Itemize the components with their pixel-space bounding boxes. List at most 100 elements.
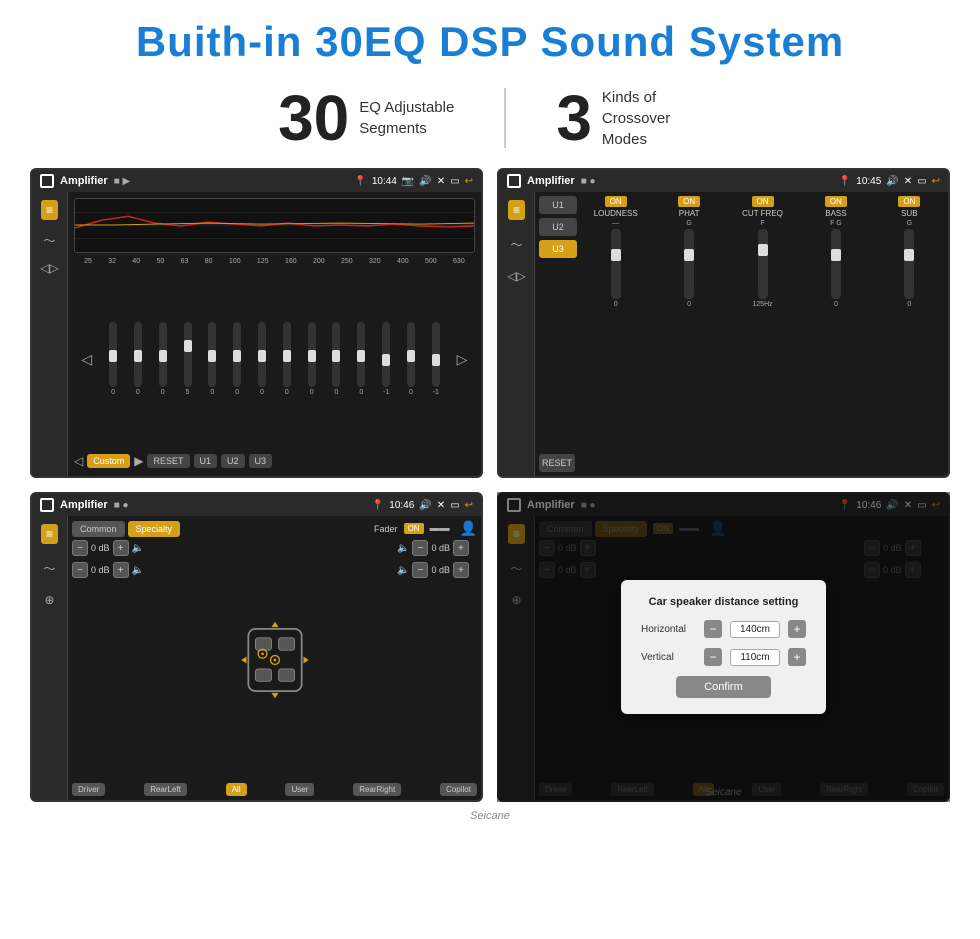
screen-crossover-wrapper: Amplifier ■ ● 📍 10:45 🔊 ✕ ▭ ↩ ≡ 〜 ◁▷ — [497, 168, 950, 478]
screens-grid: Amplifier ■ ▶ 📍 10:44 📷 🔊 ✕ ▭ ↩ ≡ 〜 — [0, 168, 980, 802]
slider-track-8[interactable] — [308, 322, 316, 387]
slider-track-6[interactable] — [258, 322, 266, 387]
slider-thumb-9[interactable] — [332, 350, 340, 362]
slider-track-10[interactable] — [357, 322, 365, 387]
u2-preset-btn[interactable]: U2 — [539, 218, 577, 236]
bass-slider[interactable] — [831, 229, 841, 299]
slider-thumb-6[interactable] — [258, 350, 266, 362]
slider-track-0[interactable] — [109, 322, 117, 387]
rearleft-btn[interactable]: RearLeft — [144, 783, 187, 796]
slider-track-9[interactable] — [332, 322, 340, 387]
rec-icon-3: ■ ● — [114, 500, 129, 511]
phat-slider[interactable] — [684, 229, 694, 299]
loudness-slider[interactable] — [611, 229, 621, 299]
slider-track-4[interactable] — [208, 322, 216, 387]
rr-plus-btn[interactable]: + — [453, 562, 469, 578]
sidebar-eq-icon-2[interactable]: ≡ — [508, 200, 525, 220]
sidebar-bt-icon-3[interactable]: ⊕ — [44, 593, 54, 607]
fl-plus-btn[interactable]: + — [113, 540, 129, 556]
slider-track-13[interactable] — [432, 322, 440, 387]
bottom-zone-btns: Driver RearLeft All User RearRight Copil… — [72, 783, 477, 796]
bass-val: 0 — [834, 301, 838, 308]
u1-btn-1[interactable]: U1 — [194, 454, 218, 468]
slider-thumb-1[interactable] — [134, 350, 142, 362]
slider-thumb-13[interactable] — [432, 354, 440, 366]
slider-val-11: -1 — [383, 389, 389, 396]
slider-thumb-0[interactable] — [109, 350, 117, 362]
u3-btn-1[interactable]: U3 — [249, 454, 273, 468]
slider-thumb-2[interactable] — [159, 350, 167, 362]
loudness-thumb[interactable] — [611, 249, 621, 261]
specialty-tab-btn[interactable]: Specialty — [128, 521, 181, 537]
cutfreq-thumb[interactable] — [758, 244, 768, 256]
slider-track-11[interactable] — [382, 322, 390, 387]
home-icon-2[interactable] — [507, 174, 521, 188]
next-icon[interactable]: ▶ — [134, 454, 143, 468]
phat-val: 0 — [687, 301, 691, 308]
custom-btn[interactable]: Custom — [87, 454, 130, 468]
sidebar-eq-icon[interactable]: ≡ — [41, 200, 58, 220]
user-btn[interactable]: User — [285, 783, 314, 796]
reset-btn-1[interactable]: RESET — [147, 454, 189, 468]
slider-col-12: 0 — [407, 322, 415, 396]
sub-thumb[interactable] — [904, 249, 914, 261]
slider-track-1[interactable] — [134, 322, 142, 387]
rl-plus-btn[interactable]: + — [113, 562, 129, 578]
slider-track-2[interactable] — [159, 322, 167, 387]
prev-icon[interactable]: ◁ — [74, 454, 83, 468]
u3-preset-btn[interactable]: U3 — [539, 240, 577, 258]
arrow-left-icon[interactable]: ◁ — [81, 351, 92, 368]
slider-track-3[interactable] — [184, 322, 192, 387]
sub-slider[interactable] — [904, 229, 914, 299]
bass-on-btn[interactable]: ON — [825, 196, 847, 207]
slider-track-12[interactable] — [407, 322, 415, 387]
loudness-on-btn[interactable]: ON — [605, 196, 627, 207]
copilot-btn[interactable]: Copilot — [440, 783, 477, 796]
slider-track-7[interactable] — [283, 322, 291, 387]
slider-thumb-3[interactable] — [184, 340, 192, 352]
u1-preset-btn[interactable]: U1 — [539, 196, 577, 214]
sidebar-wave-icon-2[interactable]: 〜 — [510, 236, 522, 253]
fl-minus-btn[interactable]: − — [72, 540, 88, 556]
fr-minus-btn[interactable]: − — [412, 540, 428, 556]
slider-thumb-4[interactable] — [208, 350, 216, 362]
rr-minus-btn[interactable]: − — [412, 562, 428, 578]
u2-btn-1[interactable]: U2 — [221, 454, 245, 468]
horizontal-minus-btn[interactable]: − — [704, 620, 722, 638]
slider-thumb-10[interactable] — [357, 350, 365, 362]
phat-thumb[interactable] — [684, 249, 694, 261]
slider-thumb-5[interactable] — [233, 350, 241, 362]
slider-thumb-11[interactable] — [382, 354, 390, 366]
vertical-minus-btn[interactable]: − — [704, 648, 722, 666]
driver-btn[interactable]: Driver — [72, 783, 105, 796]
user-profile-icon[interactable]: 👤 — [460, 520, 477, 537]
sidebar-vol-icon[interactable]: ◁▷ — [40, 261, 58, 275]
sidebar-wave-icon-3[interactable]: 〜 — [43, 560, 55, 577]
sidebar-eq-icon-3[interactable]: ≡ — [41, 524, 58, 544]
sidebar-wave-icon[interactable]: 〜 — [43, 232, 55, 249]
rearright-btn[interactable]: RearRight — [353, 783, 401, 796]
bass-thumb[interactable] — [831, 249, 841, 261]
cutfreq-on-btn[interactable]: ON — [752, 196, 774, 207]
cutfreq-slider[interactable] — [758, 229, 768, 299]
home-icon-3[interactable] — [40, 498, 54, 512]
phat-on-btn[interactable]: ON — [678, 196, 700, 207]
rl-minus-btn[interactable]: − — [72, 562, 88, 578]
fader-label: Fader — [374, 524, 398, 534]
common-tab-btn[interactable]: Common — [72, 521, 125, 537]
status-bar-1: Amplifier ■ ▶ 📍 10:44 📷 🔊 ✕ ▭ ↩ — [32, 170, 481, 192]
all-btn[interactable]: All — [226, 783, 247, 796]
vertical-plus-btn[interactable]: + — [788, 648, 806, 666]
home-icon-1[interactable] — [40, 174, 54, 188]
fr-plus-btn[interactable]: + — [453, 540, 469, 556]
sidebar-vol-icon-2[interactable]: ◁▷ — [507, 269, 525, 283]
slider-track-5[interactable] — [233, 322, 241, 387]
arrow-right-icon[interactable]: ▷ — [457, 351, 468, 368]
sub-on-btn[interactable]: ON — [898, 196, 920, 207]
reset-btn-2[interactable]: RESET — [539, 454, 575, 472]
confirm-button[interactable]: Confirm — [676, 676, 771, 698]
slider-thumb-7[interactable] — [283, 350, 291, 362]
slider-thumb-8[interactable] — [308, 350, 316, 362]
horizontal-plus-btn[interactable]: + — [788, 620, 806, 638]
slider-thumb-12[interactable] — [407, 350, 415, 362]
